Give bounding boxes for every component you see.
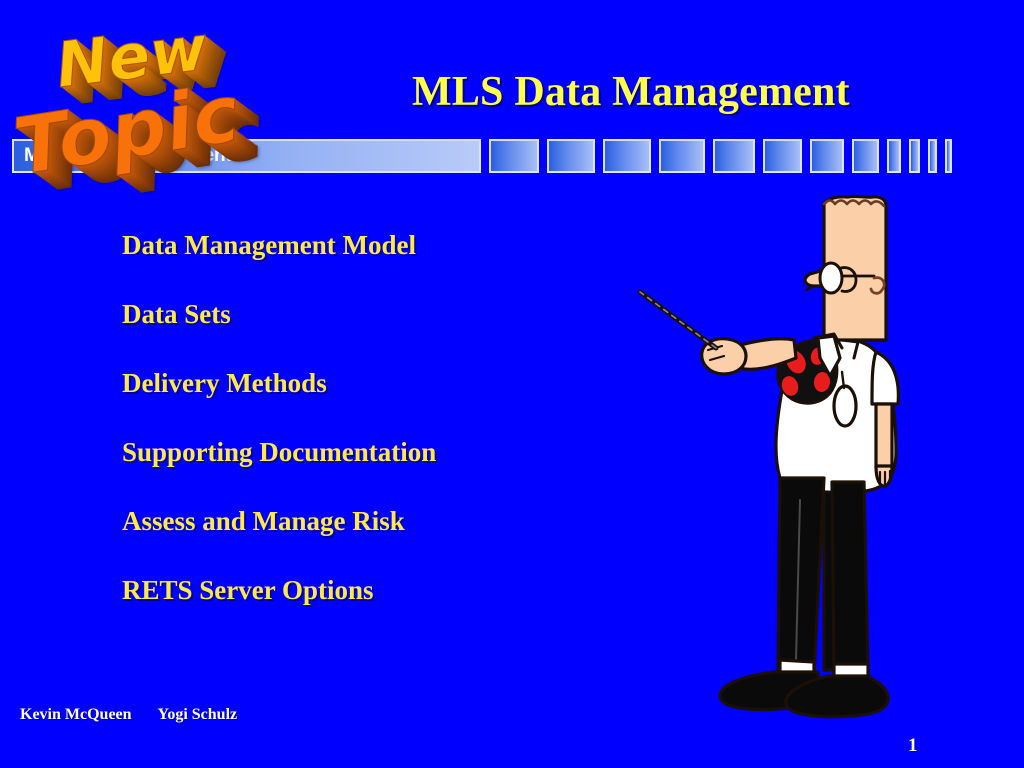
page-number: 1 xyxy=(908,735,918,756)
banner-label: MLS Data Management xyxy=(24,145,232,166)
banner-block xyxy=(809,139,845,173)
banner-block xyxy=(852,139,880,173)
presentation-slide: MLS Data Management MLS Data Management … xyxy=(0,0,1024,768)
banner-block xyxy=(763,139,802,173)
footer-authors: Kevin McQueen Yogi Schulz xyxy=(20,706,237,724)
decorative-banner-strip: MLS Data Management xyxy=(12,139,953,173)
author-name-2: Yogi Schulz xyxy=(157,706,238,723)
agenda-bullet-list: Data Management Model Data Sets Delivery… xyxy=(122,228,642,642)
wordart-new-text: New xyxy=(52,11,212,103)
banner-block xyxy=(658,139,705,173)
list-item: Data Sets xyxy=(122,299,231,329)
list-item: RETS Server Options xyxy=(122,575,374,605)
banner-block xyxy=(488,139,539,173)
banner-block xyxy=(546,139,595,173)
banner-block xyxy=(712,139,756,173)
banner-block xyxy=(887,139,901,173)
page-title: MLS Data Management xyxy=(412,69,850,115)
list-item: Delivery Methods xyxy=(122,368,327,398)
author-name-1: Kevin McQueen xyxy=(20,706,132,723)
banner-block xyxy=(945,139,953,173)
list-item: Assess and Manage Risk xyxy=(122,506,405,536)
list-item: Supporting Documentation xyxy=(122,437,437,467)
list-item: Data Management Model xyxy=(122,230,416,260)
banner-block xyxy=(602,139,651,173)
banner-block xyxy=(928,139,938,173)
banner-main-bar: MLS Data Management xyxy=(12,139,481,173)
dilbert-pointing-character xyxy=(628,190,968,730)
banner-block xyxy=(908,139,921,173)
